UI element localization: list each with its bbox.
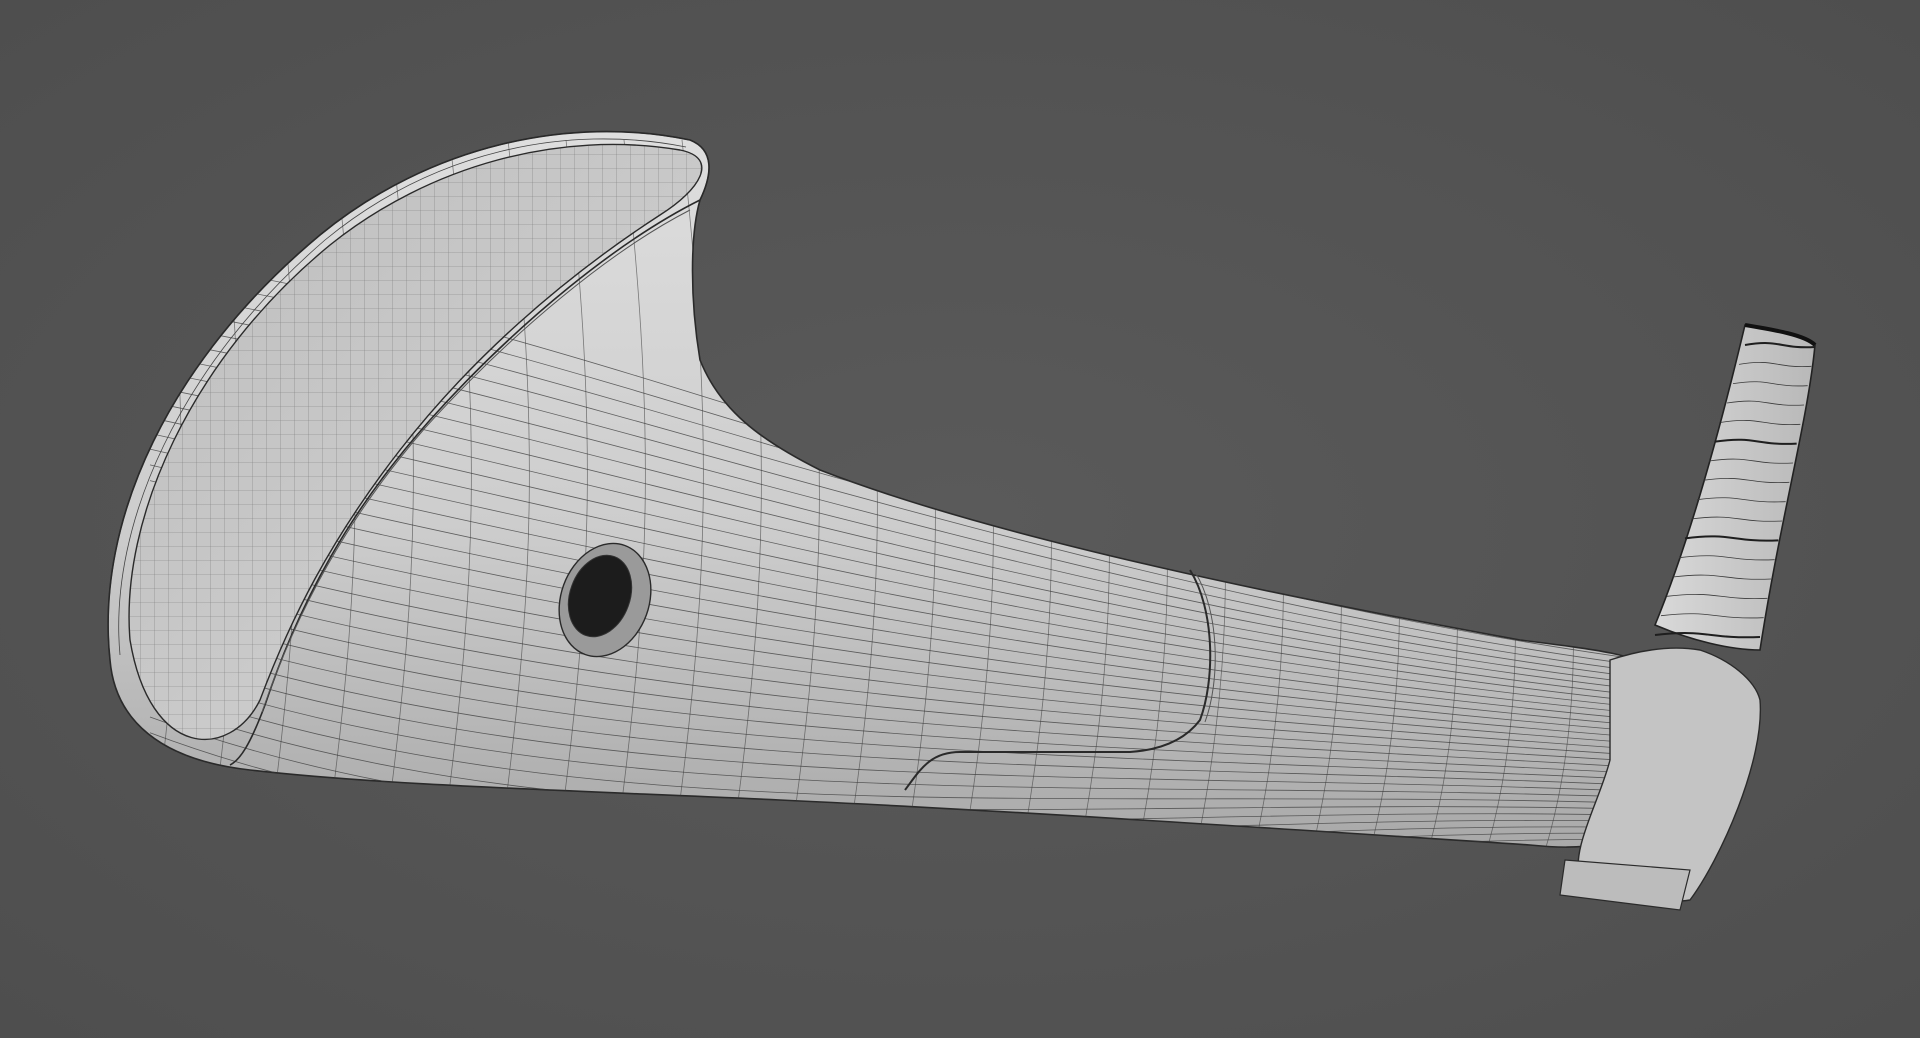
render-viewport (0, 0, 1920, 1038)
mesh-render (107, 130, 1817, 911)
tip-blade (1653, 323, 1817, 651)
